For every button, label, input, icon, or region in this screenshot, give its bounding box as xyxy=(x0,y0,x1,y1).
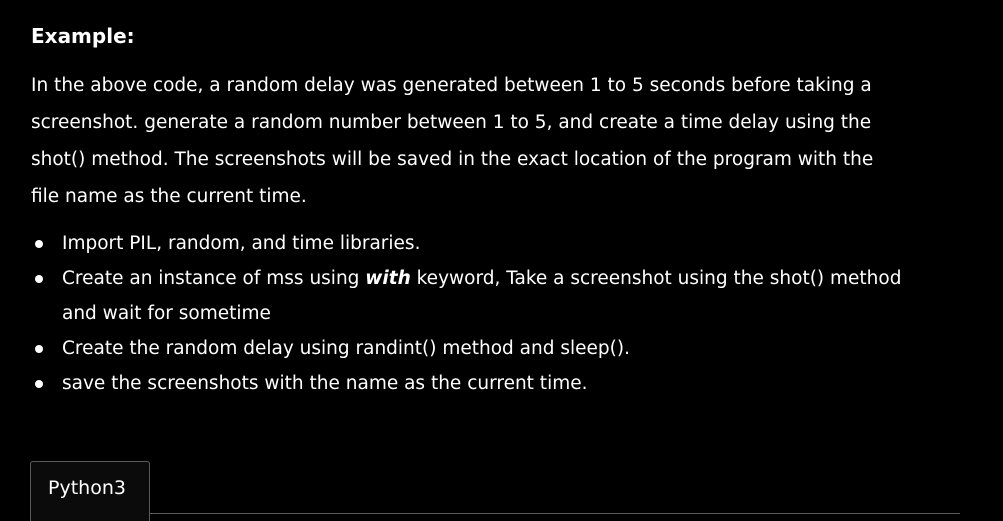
code-language-tab-label: Python3 xyxy=(48,477,126,499)
bullet-dot-icon xyxy=(35,345,43,353)
steps-list: Import PIL, random, and time libraries. … xyxy=(31,226,971,401)
section-heading: Example: xyxy=(31,24,135,48)
list-item-text-continued: and wait for sometime xyxy=(62,303,271,324)
paragraph-line: shot() method. The screenshots will be s… xyxy=(31,149,874,170)
list-item-text: Import PIL, random, and time libraries. xyxy=(62,233,421,254)
list-item-text-start: Create an instance of mss using xyxy=(62,268,366,289)
keyword-emphasis: with xyxy=(365,268,411,289)
paragraph-line: screenshot. generate a random number bet… xyxy=(31,112,872,133)
list-item: Create an instance of mss using with key… xyxy=(31,261,971,331)
bullet-dot-icon xyxy=(35,240,43,248)
list-item: Import PIL, random, and time libraries. xyxy=(31,226,971,261)
paragraph-line: In the above code, a random delay was ge… xyxy=(31,75,872,96)
list-item-text-end: keyword, Take a screenshot using the sho… xyxy=(410,268,902,289)
code-tab-underline xyxy=(30,513,960,514)
description-paragraph: In the above code, a random delay was ge… xyxy=(31,67,971,215)
bullet-dot-icon xyxy=(35,380,43,388)
list-item-text: Create an instance of mss using with key… xyxy=(62,261,971,296)
list-item: Create the random delay using randint() … xyxy=(31,331,971,366)
paragraph-line: file name as the current time. xyxy=(31,186,307,207)
list-item-text: Create the random delay using randint() … xyxy=(62,338,630,359)
bullet-dot-icon xyxy=(35,275,43,283)
list-item: save the screenshots with the name as th… xyxy=(31,366,971,401)
list-item-text: save the screenshots with the name as th… xyxy=(62,373,588,394)
code-language-tab[interactable]: Python3 xyxy=(30,461,150,521)
